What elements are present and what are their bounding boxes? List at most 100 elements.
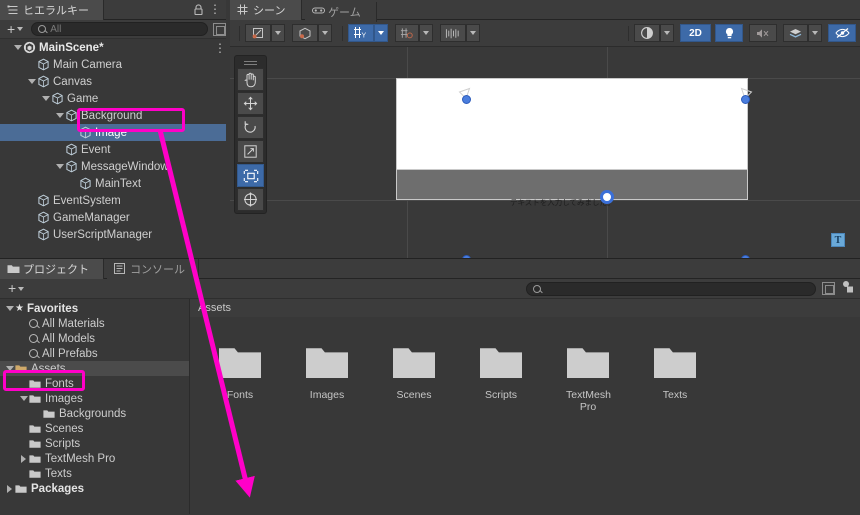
snapping-dropdown[interactable] — [419, 24, 433, 42]
pivot-handle[interactable] — [600, 190, 614, 204]
project-tree-item-scenes[interactable]: Scenes — [0, 421, 189, 436]
tab-console[interactable]: コンソール — [107, 259, 200, 279]
hierarchy-item-eventsystem[interactable]: EventSystem — [0, 192, 230, 209]
disclosure-arrow-open[interactable] — [55, 164, 64, 169]
disclosure-arrow-open[interactable] — [41, 96, 50, 101]
asset-item-scenes[interactable]: Scenes — [392, 345, 436, 413]
disclosure-toggle[interactable] — [4, 484, 15, 493]
tab-hierarchy[interactable]: ヒエラルキー — [0, 0, 104, 20]
hierarchy-search-input[interactable]: All — [31, 22, 208, 36]
asset-item-fonts[interactable]: Fonts — [218, 345, 262, 413]
disclosure-arrow-closed[interactable] — [7, 484, 12, 493]
align-dropdown[interactable] — [466, 24, 480, 42]
project-tree-item-textmesh-pro[interactable]: TextMesh Pro — [0, 451, 189, 466]
hierarchy-item-mainscene[interactable]: MainScene* ⋮ — [0, 39, 230, 56]
asset-item-texts[interactable]: Texts — [653, 345, 697, 413]
scene-fx-toggle[interactable] — [783, 24, 808, 42]
hierarchy-item-main-camera[interactable]: Main Camera — [0, 56, 230, 73]
project-tree-panel[interactable]: ★ Favorites All Materials All Models All Pre… — [0, 299, 190, 514]
resize-handle-tr[interactable] — [741, 95, 750, 104]
create-asset-button[interactable]: + — [5, 281, 27, 296]
disclosure-toggle[interactable] — [26, 79, 37, 84]
asset-item-scripts[interactable]: Scripts — [479, 345, 523, 413]
scene-draw-mode[interactable] — [634, 24, 660, 42]
project-tree-item-scripts[interactable]: Scripts — [0, 436, 189, 451]
hierarchy-item-background[interactable]: Background — [0, 107, 230, 124]
breadcrumb[interactable]: Assets — [190, 299, 860, 317]
search-filter-icon[interactable] — [822, 282, 835, 295]
object-filter-icon[interactable] — [841, 280, 855, 297]
disclosure-toggle[interactable] — [4, 366, 15, 371]
hierarchy-item-canvas[interactable]: Canvas — [0, 73, 230, 90]
project-tree-item-all-materials[interactable]: All Materials — [0, 316, 189, 331]
disclosure-toggle[interactable] — [12, 45, 23, 50]
asset-item-textmesh-pro[interactable]: TextMesh Pro — [566, 345, 611, 413]
hierarchy-item-userscriptmanager[interactable]: UserScriptManager — [0, 226, 230, 243]
project-tree-item-all-models[interactable]: All Models — [0, 331, 189, 346]
kebab-menu-icon[interactable]: ⋮ — [209, 3, 221, 16]
global-local-toggle[interactable] — [292, 24, 318, 42]
fx-dropdown[interactable] — [808, 24, 822, 42]
disclosure-toggle[interactable] — [18, 396, 29, 401]
disclosure-arrow-open[interactable] — [13, 45, 22, 50]
project-tree-item-texts[interactable]: Texts — [0, 466, 189, 481]
hierarchy-item-messagewindow[interactable]: MessageWindow — [0, 158, 230, 175]
disclosure-toggle[interactable] — [54, 164, 65, 169]
disclosure-arrow-open[interactable] — [19, 396, 28, 401]
grid-snapping-toggle[interactable] — [395, 24, 419, 42]
project-content-panel[interactable]: Assets Fonts Images Scenes Scripts TextMesh … — [190, 299, 860, 514]
hierarchy-item-image[interactable]: Image — [0, 124, 230, 141]
rotate-tool[interactable] — [237, 116, 264, 139]
hand-tool[interactable] — [237, 68, 264, 91]
lock-icon[interactable] — [193, 4, 204, 19]
kebab-menu-icon[interactable]: ⋮ — [214, 42, 226, 54]
pivot-dropdown[interactable] — [271, 24, 285, 42]
create-gameobject-button[interactable]: + — [4, 22, 26, 37]
hierarchy-item-event[interactable]: Event — [0, 141, 230, 158]
scene-audio-toggle[interactable] — [749, 24, 777, 42]
scene-image-object[interactable] — [397, 79, 747, 169]
disclosure-toggle[interactable] — [18, 454, 29, 463]
grid-snap-axis[interactable]: Y — [348, 24, 374, 42]
pivot-center-toggle[interactable] — [245, 24, 271, 42]
2d-toggle[interactable]: 2D — [680, 24, 711, 42]
tab-game[interactable]: ゲーム — [305, 2, 378, 22]
scale-tool[interactable] — [237, 140, 264, 163]
hierarchy-item-maintext[interactable]: MainText — [0, 175, 230, 192]
asset-grid[interactable]: Fonts Images Scenes Scripts TextMesh Pro Text… — [190, 317, 860, 413]
hierarchy-tree[interactable]: MainScene* ⋮ Main Camera Canvas Game Backgrou… — [0, 39, 230, 258]
disclosure-arrow-open[interactable] — [55, 113, 64, 118]
hierarchy-item-gamemanager[interactable]: GameManager — [0, 209, 230, 226]
grid-snap-dropdown[interactable] — [374, 24, 388, 42]
project-tree-item-fonts[interactable]: Fonts — [0, 376, 189, 391]
scene-visibility-toggle[interactable] — [828, 24, 856, 42]
tab-project[interactable]: プロジェクト — [0, 259, 104, 279]
project-tree-item-favorites[interactable]: ★ Favorites — [0, 301, 189, 316]
disclosure-toggle[interactable] — [40, 96, 51, 101]
project-search-input[interactable] — [526, 281, 816, 296]
rect-tool[interactable] — [237, 164, 264, 187]
disclosure-arrow-open[interactable] — [27, 79, 36, 84]
disclosure-toggle[interactable] — [54, 113, 65, 118]
project-tree-item-all-prefabs[interactable]: All Prefabs — [0, 346, 189, 361]
tab-scene[interactable]: シーン — [230, 0, 302, 20]
palette-grip[interactable] — [237, 58, 264, 67]
disclosure-arrow-closed[interactable] — [21, 454, 26, 463]
draw-mode-dropdown[interactable] — [660, 24, 674, 42]
project-tree-item-images[interactable]: Images — [0, 391, 189, 406]
asset-item-images[interactable]: Images — [305, 345, 349, 413]
disclosure-arrow-open[interactable] — [5, 306, 14, 311]
project-tree-item-assets[interactable]: Assets — [0, 361, 189, 376]
scene-lighting-toggle[interactable] — [715, 24, 743, 42]
disclosure-toggle[interactable] — [4, 306, 15, 311]
search-filter-icon[interactable] — [213, 22, 226, 36]
disclosure-arrow-open[interactable] — [5, 366, 14, 371]
project-tree-item-backgrounds[interactable]: Backgrounds — [0, 406, 189, 421]
hierarchy-item-game[interactable]: Game — [0, 90, 230, 107]
move-tool[interactable] — [237, 92, 264, 115]
handle-dropdown[interactable] — [318, 24, 332, 42]
resize-handle-tl[interactable] — [462, 95, 471, 104]
transform-tool[interactable] — [237, 188, 264, 211]
project-tree[interactable]: ★ Favorites All Materials All Models All Pre… — [0, 299, 189, 496]
scene-view[interactable]: テキストを入力してみました。 T — [230, 47, 860, 278]
